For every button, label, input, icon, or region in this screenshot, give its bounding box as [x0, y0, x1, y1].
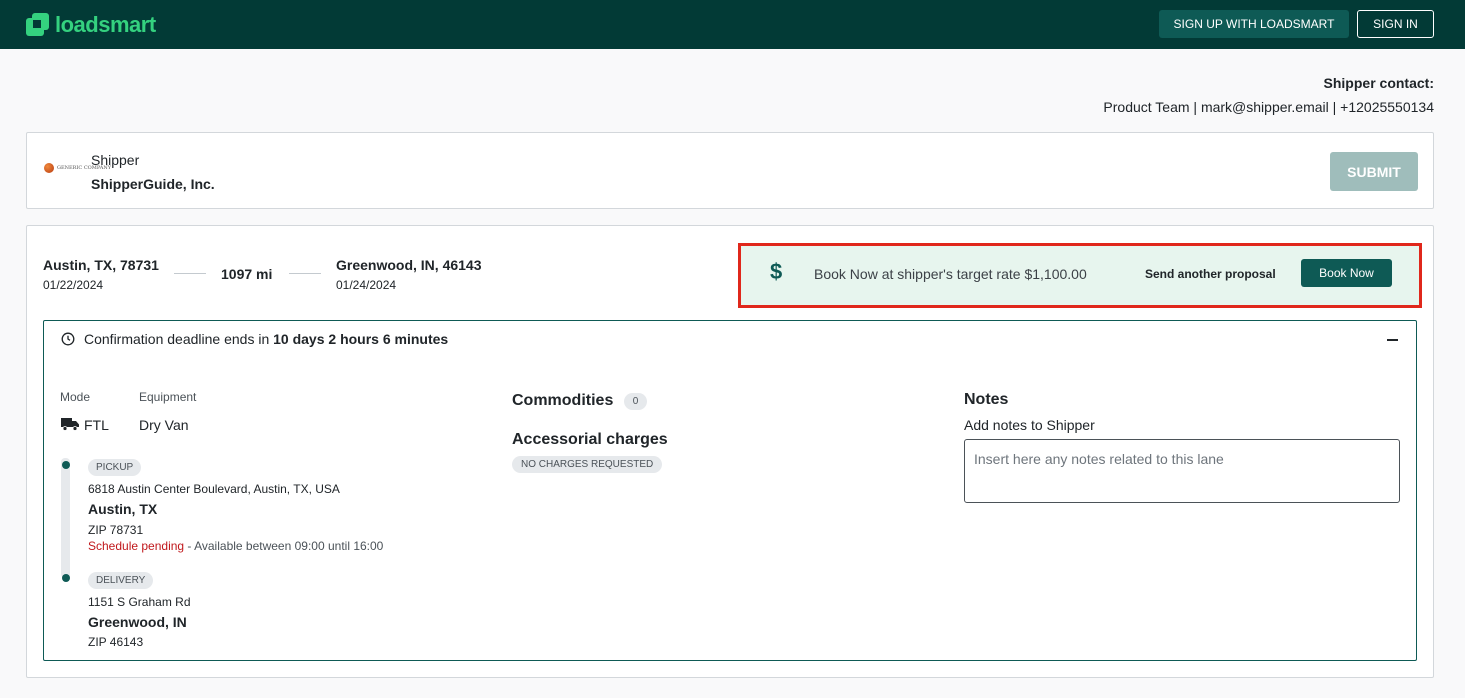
- origin-city: Austin, TX, 78731: [43, 257, 159, 273]
- send-another-proposal-link[interactable]: Send another proposal: [1145, 267, 1276, 281]
- lane-details-panel: Confirmation deadline ends in 10 days 2 …: [43, 320, 1417, 661]
- delivery-address: 1151 S Graham Rd: [88, 595, 191, 609]
- notes-input[interactable]: [964, 439, 1400, 503]
- origin-date: 01/22/2024: [43, 278, 104, 292]
- accessorial-charges-title: Accessorial charges: [512, 431, 668, 448]
- deadline-value: 10 days 2 hours 6 minutes: [273, 331, 449, 347]
- lane-card: Austin, TX, 78731 01/22/2024 1097 mi Gre…: [26, 225, 1434, 678]
- delivery-dot-icon: [62, 574, 70, 582]
- shipper-name: ShipperGuide, Inc.: [91, 176, 215, 192]
- book-now-button[interactable]: Book Now: [1301, 259, 1392, 287]
- commodities-title: Commodities: [512, 392, 614, 409]
- destination-date: 01/24/2024: [336, 278, 397, 292]
- notes-title: Notes: [964, 391, 1009, 408]
- schedule-window: - Available between 09:00 until 16:00: [184, 539, 384, 553]
- destination-city: Greenwood, IN, 46143: [336, 257, 482, 273]
- company-logo-icon: [44, 163, 54, 173]
- logo-text: loadsmart: [55, 12, 156, 37]
- collapse-icon[interactable]: [1387, 339, 1398, 341]
- equipment-value: Dry Van: [139, 417, 189, 433]
- pickup-schedule: Schedule pending - Available between 09:…: [88, 539, 383, 553]
- shipper-contact-label: Shipper contact:: [1323, 75, 1434, 91]
- signin-button[interactable]: SIGN IN: [1357, 10, 1434, 38]
- pickup-badge: PICKUP: [88, 459, 142, 476]
- route-distance: 1097 mi: [221, 266, 273, 282]
- confirmation-deadline: Confirmation deadline ends in 10 days 2 …: [84, 331, 448, 347]
- schedule-pending-status: Schedule pending: [88, 539, 185, 553]
- mode-value: FTL: [84, 417, 109, 433]
- accessorial-charges-badge: NO CHARGES REQUESTED: [512, 456, 663, 473]
- stops-timeline: [61, 458, 70, 578]
- book-now-rate-text: Book Now at shipper's target rate $1,100…: [814, 266, 1087, 282]
- signup-button[interactable]: SIGN UP WITH LOADSMART: [1159, 10, 1349, 38]
- pickup-zip: ZIP 78731: [88, 523, 144, 537]
- book-now-banner: $ Book Now at shipper's target rate $1,1…: [738, 243, 1422, 308]
- commodities-count: 0: [624, 393, 647, 410]
- shipper-contact-info: Product Team | mark@shipper.email | +120…: [1103, 99, 1434, 115]
- delivery-badge: DELIVERY: [88, 572, 154, 589]
- route-line-right: [289, 273, 321, 274]
- clock-icon: [61, 332, 75, 346]
- pickup-city: Austin, TX: [88, 501, 158, 517]
- mode-label: Mode: [60, 390, 91, 404]
- submit-button[interactable]: SUBMIT: [1330, 152, 1418, 191]
- pickup-address: 6818 Austin Center Boulevard, Austin, TX…: [88, 482, 340, 496]
- shipper-card: GENERIC COMPANY Shipper ShipperGuide, In…: [26, 132, 1434, 209]
- top-navigation-bar: loadsmart SIGN UP WITH LOADSMART SIGN IN: [0, 0, 1465, 49]
- logo-mark-icon: [26, 13, 49, 36]
- deadline-prefix: Confirmation deadline ends in: [84, 331, 270, 347]
- pickup-dot-icon: [62, 461, 70, 469]
- loadsmart-logo[interactable]: loadsmart: [26, 13, 156, 36]
- delivery-zip: ZIP 46143: [88, 635, 144, 649]
- equipment-label: Equipment: [139, 390, 197, 404]
- notes-subtitle: Add notes to Shipper: [964, 417, 1095, 433]
- shipper-label: Shipper: [91, 152, 140, 168]
- delivery-city: Greenwood, IN: [88, 614, 187, 630]
- truck-icon: [61, 418, 79, 431]
- dollar-icon: $: [770, 259, 783, 284]
- route-line-left: [174, 273, 206, 274]
